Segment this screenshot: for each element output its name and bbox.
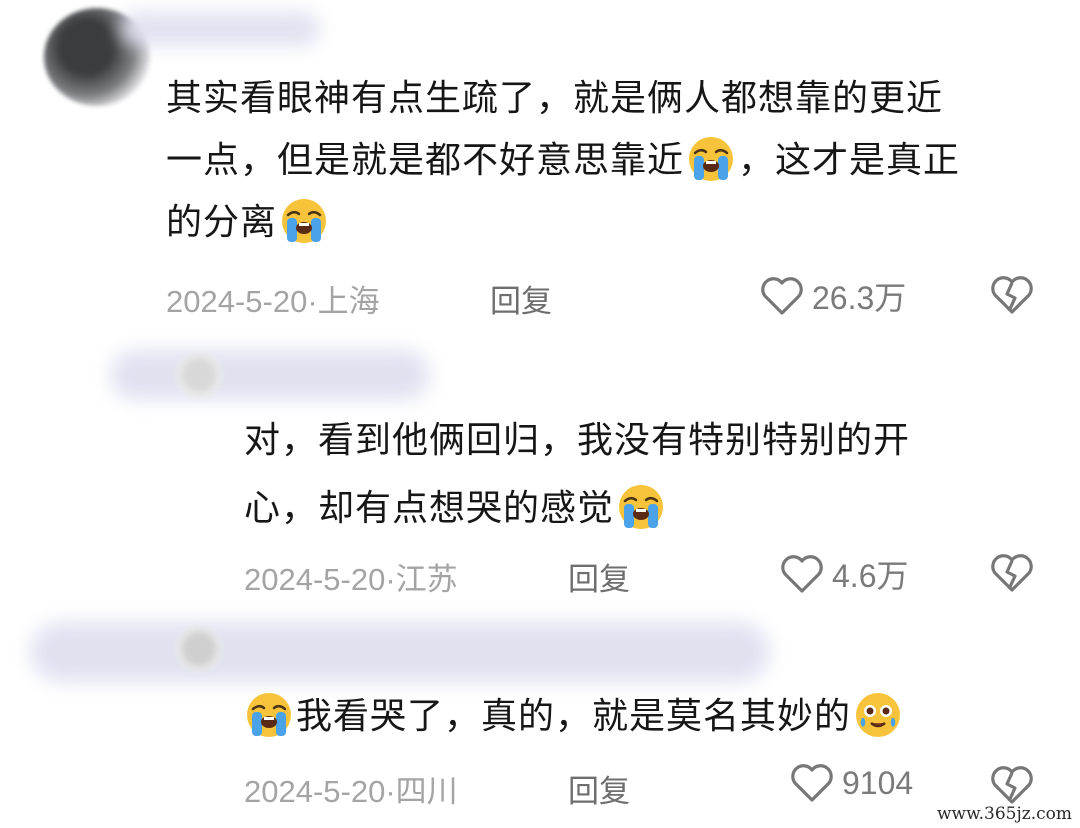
face-holding-back-tears-emoji	[853, 690, 903, 740]
loudly-crying-face-emoji	[616, 482, 666, 532]
comment-text-line: 一点，但是就是都不好意思靠近 ，这才是真正	[166, 130, 960, 192]
heart-outline-icon	[781, 555, 823, 593]
watermark: www.365jz.com	[937, 804, 1072, 824]
redacted-username	[120, 12, 320, 46]
reply-button[interactable]: 回复	[568, 554, 630, 599]
broken-heart-icon	[991, 276, 1033, 314]
comment-text-segment: 一点，但是就是都不好意思靠近	[166, 140, 685, 181]
heart-outline-icon	[791, 764, 833, 802]
like-button[interactable]: 4.6万	[780, 551, 909, 597]
comment-meta: 2024-5-20·江苏	[244, 562, 458, 597]
like-count: 4.6万	[832, 558, 909, 594]
comment-meta: 2024-5-20·上海	[166, 284, 380, 319]
dislike-button[interactable]	[990, 553, 1034, 593]
comment-date: 2024-5-20	[244, 562, 386, 597]
loudly-crying-face-emoji	[686, 134, 736, 184]
comment-text-segment: 我看哭了，真的，就是莫名其妙的	[296, 696, 852, 737]
comment-text-segment: 心，却有点想哭的感觉	[244, 488, 615, 529]
comment-location: 江苏	[395, 562, 458, 597]
comment-text-line: 我看哭了，真的，就是莫名其妙的	[244, 686, 905, 748]
broken-heart-icon	[991, 766, 1033, 804]
redacted-username	[30, 622, 770, 682]
dislike-button[interactable]	[990, 275, 1034, 315]
comment-text-line: 的分离	[166, 192, 331, 254]
like-button[interactable]: 26.3万	[760, 273, 906, 319]
like-count: 26.3万	[812, 280, 907, 316]
like-count: 9104	[842, 764, 914, 801]
like-button[interactable]: 9104	[790, 763, 913, 803]
comment-text-segment: ，这才是真正	[738, 140, 961, 181]
reply-button[interactable]: 回复	[568, 766, 630, 811]
broken-heart-icon	[991, 554, 1033, 592]
comment-text-segment: 的分离	[166, 202, 278, 243]
comment-text-line: 心，却有点想哭的感觉	[244, 478, 668, 540]
comment-text-line: 对，看到他俩回归，我没有特别特别的开	[244, 420, 911, 461]
comment-meta: 2024-5-20·四川	[244, 774, 458, 809]
loudly-crying-face-emoji	[279, 196, 329, 246]
comment-date: 2024-5-20	[244, 774, 386, 809]
comment-date: 2024-5-20	[166, 284, 308, 319]
comment-text-line: 其实看眼神有点生疏了，就是俩人都想靠的更近	[166, 78, 944, 119]
redacted-username	[110, 350, 430, 400]
loudly-crying-face-emoji	[244, 690, 294, 740]
dislike-button[interactable]	[990, 765, 1034, 805]
reply-button[interactable]: 回复	[490, 276, 552, 321]
comment-location: 上海	[317, 284, 380, 319]
heart-outline-icon	[761, 277, 803, 315]
avatar[interactable]	[176, 626, 222, 672]
avatar[interactable]	[176, 352, 222, 398]
comment-location: 四川	[395, 774, 458, 809]
